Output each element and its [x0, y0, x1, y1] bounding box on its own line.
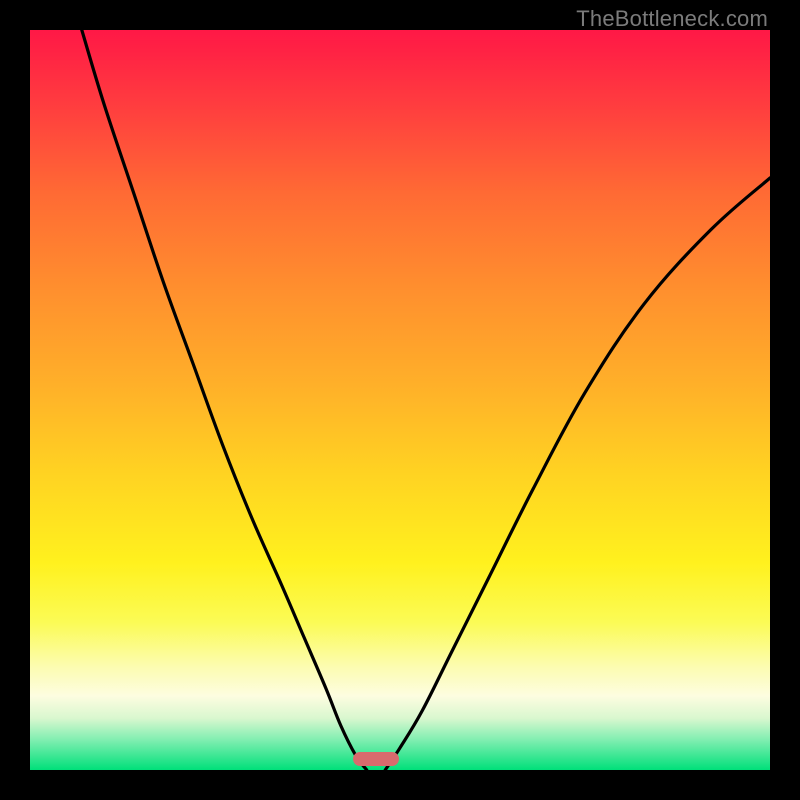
chart-frame: TheBottleneck.com — [0, 0, 800, 800]
left-curve — [82, 30, 367, 770]
curve-layer — [30, 30, 770, 770]
bottleneck-marker — [353, 752, 399, 766]
plot-area — [30, 30, 770, 770]
watermark-text: TheBottleneck.com — [576, 6, 768, 32]
right-curve — [385, 178, 770, 770]
